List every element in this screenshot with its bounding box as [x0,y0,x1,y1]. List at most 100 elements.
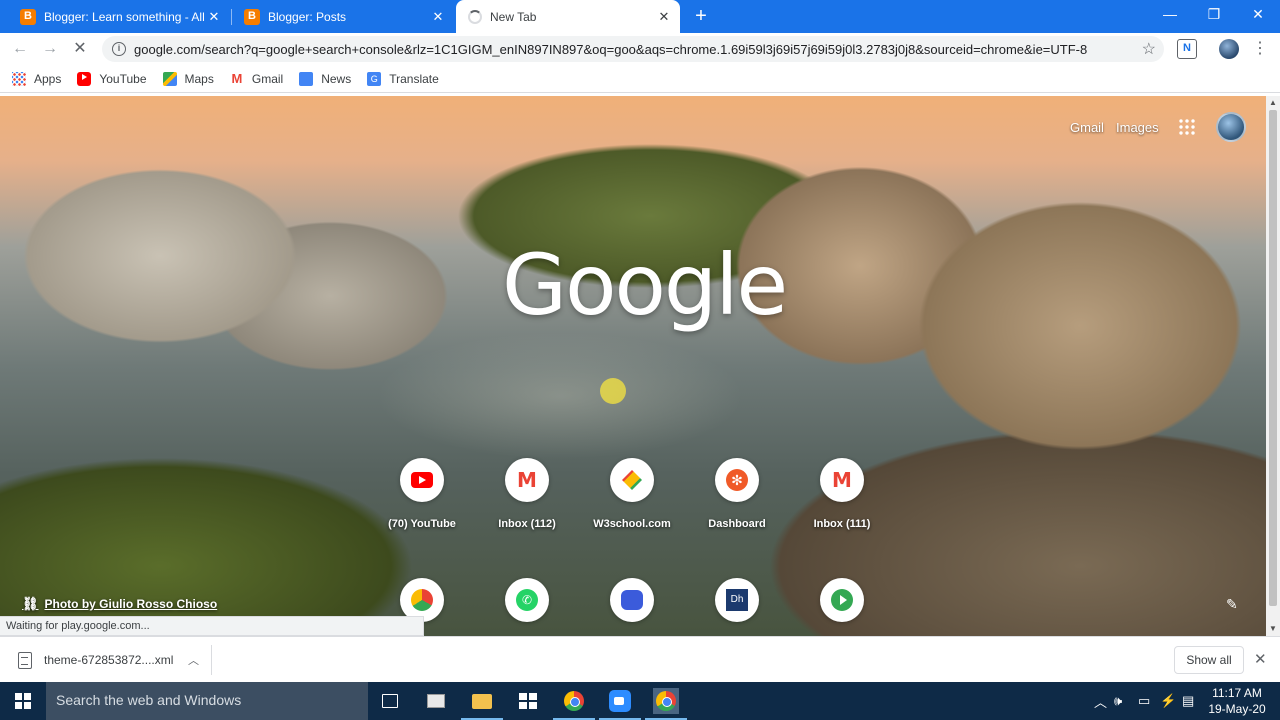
account-avatar[interactable] [1216,112,1246,142]
bookmark-label: News [321,71,352,86]
taskbar-app-chrome-active[interactable] [645,688,687,720]
shortcut-icon-circle [610,458,654,502]
close-window-button[interactable]: ✕ [1236,0,1280,28]
bookmark-star-icon[interactable]: ☆ [1142,39,1156,59]
show-all-button[interactable]: Show all [1174,646,1244,674]
taskbar-search-box[interactable]: Search the web and Windows [46,682,368,720]
site-info-icon[interactable]: i [112,42,126,56]
page-scrollbar[interactable]: ▲ ▼ [1266,96,1280,636]
tab-new-tab[interactable]: New Tab ✕ [456,0,680,33]
chevron-up-icon[interactable]: ︿ [188,652,199,668]
taskbar-app-chrome[interactable] [553,688,595,720]
dh-icon: Dh [726,589,748,611]
menu-kebab-icon[interactable]: ⋮ [1250,39,1270,59]
scroll-up-icon[interactable]: ▲ [1269,98,1277,107]
tab-title: Blogger: Learn something - All p [44,9,206,24]
translate-icon: G [367,71,382,86]
url-text[interactable]: google.com/search?q=google+search+consol… [134,42,1124,57]
shortcut-icon-circle: M [505,458,549,502]
gmail-icon: M [832,468,852,492]
gmail-link[interactable]: Gmail [1070,120,1104,135]
download-shelf: theme-672853872....xml ︿ Show all ✕ [0,636,1280,682]
windows-logo-icon [15,693,31,709]
shortcut-icon-circle: ✻ [715,458,759,502]
blogger-icon [244,8,260,25]
taskbar-app-zoom[interactable] [599,688,641,720]
photo-credit-link[interactable]: ⛓ Photo by Giulio Rosso Chioso [22,596,217,612]
shortcut-icon-circle [820,578,864,622]
close-tab-icon[interactable]: ✕ [430,9,446,25]
bookmark-apps[interactable]: Apps [12,71,61,86]
shortcut-icon-circle: ✆ [505,578,549,622]
windows-taskbar: Search the web and Windows ︿ 🕪 ▭ ⚡ ▤ 11:… [0,682,1280,720]
shortcut-label: Inbox (111) [813,518,871,530]
images-link[interactable]: Images [1116,120,1159,135]
photo-credit-text: Photo by Giulio Rosso Chioso [44,597,218,611]
task-view-button[interactable] [377,688,403,714]
address-bar[interactable]: i google.com/search?q=google+search+cons… [102,36,1164,62]
extension-n-icon[interactable]: N [1177,39,1197,59]
minimize-button[interactable]: — [1148,0,1192,28]
loading-spinner-icon [468,9,482,24]
clock[interactable]: 11:17 AM 19-May-20 [1206,685,1268,717]
stop-loading-icon[interactable]: ✕ [70,39,90,59]
bookmarks-bar: Apps YouTube Maps M Gmail News G Transla… [0,65,1280,93]
battery-icon[interactable]: ⚡ [1160,682,1176,720]
shortcut-w3school[interactable]: W3school.com [580,458,684,530]
w3school-icon [622,470,642,490]
link-icon: ⛓ [22,596,39,611]
download-item[interactable]: theme-672853872....xml ︿ [12,645,212,675]
tray-chevron-icon[interactable]: ︿ [1094,682,1107,720]
bookmark-translate[interactable]: G Translate [367,71,439,86]
bookmark-youtube[interactable]: YouTube [77,71,147,86]
shortcut-inbox-111[interactable]: M Inbox (111) [790,458,894,530]
shortcut-dashboard[interactable]: ✻ Dashboard [685,458,789,530]
tab-blogger-learn[interactable]: Blogger: Learn something - All p ✕ [8,0,230,33]
new-tab-button[interactable]: + [690,6,712,28]
shortcut-icon-circle [610,578,654,622]
scrollbar-thumb[interactable] [1269,110,1277,606]
store-icon [519,693,537,709]
maps-icon [162,71,177,86]
tab-title: Blogger: Posts [268,9,347,24]
google-apps-grid-icon[interactable] [1178,118,1196,136]
close-tab-icon[interactable]: ✕ [206,9,222,25]
notifications-icon[interactable]: ▤ [1182,682,1194,720]
chrome-icon [656,691,676,711]
shortcut-label: W3school.com [593,518,671,530]
profile-avatar[interactable] [1219,39,1239,59]
bot-icon [621,590,643,610]
chrome-icon [564,691,584,711]
shortcut-play[interactable] [790,578,894,622]
volume-icon[interactable]: 🕪 [1114,682,1122,720]
maximize-button[interactable]: ❐ [1192,0,1236,28]
start-button[interactable] [0,682,46,720]
news-icon [299,71,314,86]
bookmark-gmail[interactable]: M Gmail [230,71,283,86]
scroll-down-icon[interactable]: ▼ [1269,624,1277,633]
taskbar-app-store[interactable] [515,688,541,714]
browser-toolbar: ← → ✕ i google.com/search?q=google+searc… [0,33,1280,65]
shortcut-dh[interactable]: Dh [685,578,789,622]
folder-icon [472,693,492,709]
play-icon [831,589,853,611]
customize-pencil-icon[interactable]: ✎ [1226,596,1238,613]
close-tab-icon[interactable]: ✕ [656,9,672,25]
shortcut-whatsapp[interactable]: ✆ [475,578,579,622]
network-icon[interactable]: ▭ [1138,682,1150,720]
shortcut-bot[interactable] [580,578,684,622]
bookmark-news[interactable]: News [299,71,352,86]
bookmark-label: YouTube [99,71,147,86]
status-bubble: Waiting for play.google.com... [0,616,424,636]
whatsapp-icon: ✆ [516,589,538,611]
forward-arrow-icon[interactable]: → [40,39,60,59]
tab-blogger-posts[interactable]: Blogger: Posts ✕ [232,0,454,33]
shortcut-youtube[interactable]: (70) YouTube [370,458,474,530]
taskbar-app-monitor[interactable] [423,688,449,714]
shortcut-label: Inbox (112) [498,518,556,530]
bookmark-maps[interactable]: Maps [162,71,214,86]
shortcut-inbox-112[interactable]: M Inbox (112) [475,458,579,530]
close-shelf-icon[interactable]: ✕ [1254,650,1267,668]
taskbar-app-file-explorer[interactable] [461,688,503,720]
back-arrow-icon[interactable]: ← [10,39,30,59]
